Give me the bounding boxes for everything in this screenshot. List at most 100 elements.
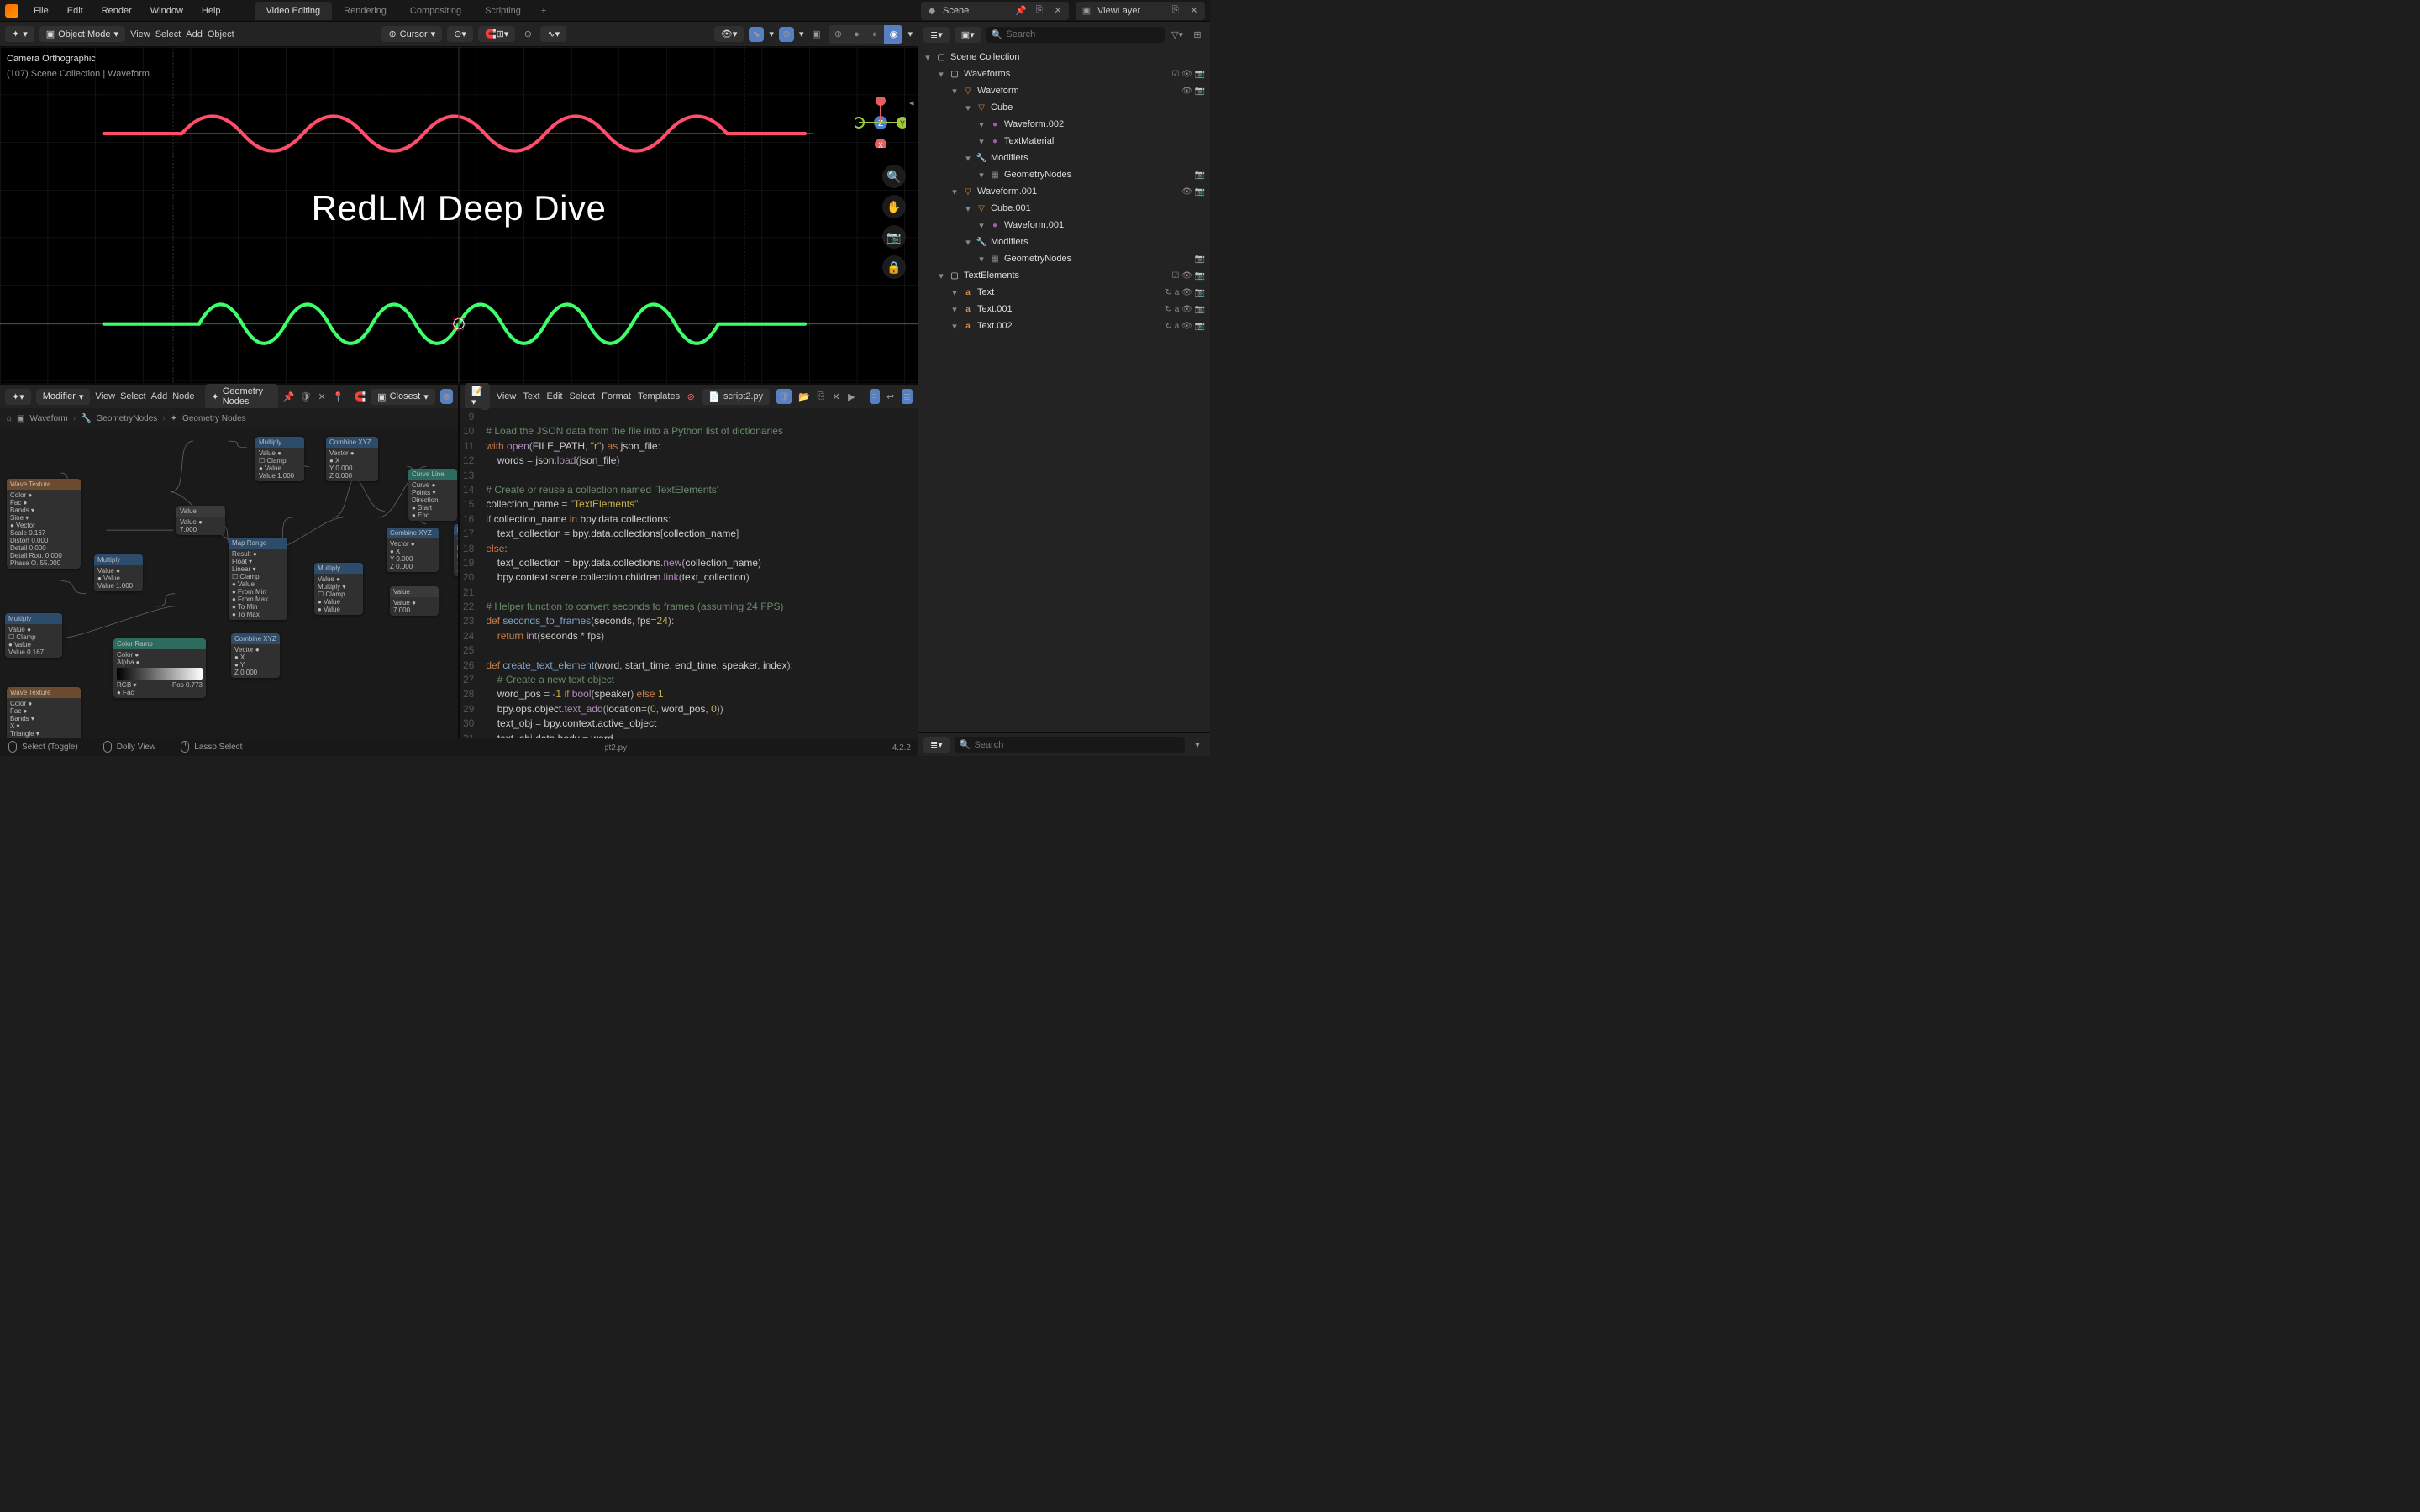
gizmo-toggle[interactable]: ⬊ — [749, 27, 764, 42]
nodes-menu-select[interactable]: Select — [120, 391, 146, 402]
workspace-tab[interactable]: Video Editing — [255, 2, 333, 20]
viewlayer-name-input[interactable] — [1097, 6, 1165, 16]
linenum-icon[interactable]: ≡ — [870, 389, 880, 404]
pivot-dropdown[interactable]: ⊙▾ — [447, 26, 473, 42]
nodes-canvas[interactable]: Wave TextureColor ●Fac ●Bands ▾Sine ▾● V… — [0, 428, 458, 756]
outliner-tree[interactable]: ▾▢Scene Collection▾▢Waveforms☑ 👁 📷 ▾▽Wave… — [918, 47, 1210, 732]
geometry-node[interactable]: ValueValue ●7.000 — [390, 586, 439, 616]
outliner-display[interactable]: ▣▾ — [955, 27, 981, 43]
props-search[interactable]: 🔍 — [955, 737, 1185, 753]
nodes-menu-node[interactable]: Node — [172, 391, 194, 402]
zoom-icon[interactable]: 🔍 — [882, 165, 906, 188]
geometry-node[interactable]: MultiplyValue ●● ValueValue 1.000 — [94, 554, 143, 591]
scene-selector[interactable]: ◆ 📌 ⎘ ✕ — [921, 2, 1069, 20]
geometry-node[interactable]: Wave TextureColor ●Fac ●Bands ▾Sine ▾● V… — [7, 479, 81, 569]
3d-viewport[interactable]: Camera Orthographic (107) Scene Collecti… — [0, 47, 918, 383]
copy-icon[interactable]: ⎘ — [1032, 3, 1047, 18]
open-icon[interactable]: 📂 — [798, 389, 810, 404]
geometry-node[interactable]: Curve LineCurve ●Points ▾Direction● Star… — [408, 469, 457, 521]
outliner-row[interactable]: ▾▢TextElements☑ 👁 📷 — [918, 267, 1210, 284]
solid-shading-icon[interactable]: ● — [847, 25, 865, 44]
viewport-menu-view[interactable]: View — [130, 29, 150, 39]
outliner-row[interactable]: ▾▦GeometryNodes📷 — [918, 250, 1210, 267]
orientation-dropdown[interactable]: ⊕ Cursor ▾ — [381, 26, 442, 42]
geometry-node[interactable]: ValueValue ●7.000 — [176, 506, 225, 535]
outliner-row[interactable]: ▾aText↻ a 👁 📷 — [918, 284, 1210, 301]
workspace-tab[interactable]: Compositing — [398, 2, 473, 20]
home-icon[interactable]: ⌂ — [7, 414, 12, 423]
breadcrumb-item[interactable]: GeometryNodes — [97, 414, 158, 423]
text-menu-edit[interactable]: Edit — [547, 391, 563, 402]
overlay-icon[interactable]: ⊕ — [440, 389, 453, 404]
text-menu-templates[interactable]: Templates — [638, 391, 680, 402]
pan-icon[interactable]: ✋ — [882, 195, 906, 218]
outliner-row[interactable]: ▾🔧Modifiers — [918, 150, 1210, 166]
nodes-mode[interactable]: Modifier ▾ — [36, 389, 91, 405]
viewport-menu-add[interactable]: Add — [186, 29, 203, 39]
matprev-shading-icon[interactable]: ◐ — [865, 25, 884, 44]
falloff-dropdown[interactable]: ∿▾ — [540, 26, 566, 42]
outliner-row[interactable]: ▾▢Scene Collection — [918, 49, 1210, 66]
geometry-node[interactable]: Combine XYZVector ●● XY 0.000Z 0.000 — [387, 528, 439, 572]
workspace-tab[interactable]: Scripting — [473, 2, 533, 20]
wireframe-shading-icon[interactable]: ⊕ — [829, 25, 847, 44]
nodes-menu-view[interactable]: View — [95, 391, 115, 402]
outliner-row[interactable]: ▾▽Waveform.001👁 📷 — [918, 183, 1210, 200]
copy-icon[interactable]: ⎘ — [1168, 3, 1183, 18]
close-icon[interactable]: ✕ — [1186, 3, 1202, 18]
props-type[interactable]: ≣▾ — [923, 737, 950, 753]
outliner-search-input[interactable] — [1006, 29, 1160, 39]
outliner-row[interactable]: ▾●TextMaterial — [918, 133, 1210, 150]
snap-dropdown[interactable]: 🧲⊞▾ — [478, 26, 515, 42]
outliner-row[interactable]: ▾▦GeometryNodes📷 — [918, 166, 1210, 183]
close-icon[interactable]: ✕ — [832, 389, 840, 404]
text-menu-view[interactable]: View — [497, 391, 517, 402]
outliner-row[interactable]: ▾▢Waveforms☑ 👁 📷 — [918, 66, 1210, 82]
mode-dropdown[interactable]: ▣Object Mode ▾ — [39, 26, 125, 42]
script-file-selector[interactable]: 📄 script2.py — [702, 389, 770, 405]
navigation-gizmo[interactable]: Z Y X — [855, 97, 906, 148]
nodes-menu-add[interactable]: Add — [151, 391, 168, 402]
syntax-icon[interactable]: ≣ — [902, 389, 913, 404]
new-collection-icon[interactable]: ⊞ — [1190, 27, 1205, 42]
lock-icon[interactable]: 🔒 — [882, 255, 906, 279]
geometry-node[interactable]: MultiplyValue ●Multiply ▾☐ Clamp● Value●… — [314, 563, 363, 615]
outliner-row[interactable]: ▾aText.002↻ a 👁 📷 — [918, 318, 1210, 334]
proportional-edit-icon[interactable]: ⊙ — [520, 27, 535, 42]
camera-icon[interactable]: 📷 — [882, 225, 906, 249]
outliner-row[interactable]: ▾aText.001↻ a 👁 📷 — [918, 301, 1210, 318]
viewport-menu-object[interactable]: Object — [208, 29, 234, 39]
nodes-editor-type[interactable]: ✦▾ — [5, 389, 31, 405]
props-search-input[interactable] — [974, 740, 1180, 750]
geometry-node[interactable]: Map RangeResult ●Float ▾Linear ▾☐ Clamp●… — [229, 538, 287, 620]
pin2-icon[interactable]: 📍 — [333, 389, 345, 404]
overlay-toggle[interactable]: ⊕ — [779, 27, 794, 42]
menu-window[interactable]: Window — [142, 3, 192, 19]
breadcrumb-item[interactable]: Waveform — [30, 414, 68, 423]
snap-icon[interactable]: 🧲 — [354, 389, 366, 404]
options-icon[interactable]: ▾ — [1190, 738, 1205, 753]
text-menu-text[interactable]: Text — [523, 391, 539, 402]
menu-file[interactable]: File — [25, 3, 57, 19]
text-editor-type[interactable]: 📝▾ — [465, 383, 490, 410]
pin-icon[interactable]: 📌 — [1013, 3, 1028, 18]
close-icon[interactable]: ✕ — [316, 389, 327, 404]
code-area[interactable]: 9101112131415161718192021222324252627282… — [460, 408, 918, 739]
scene-name-input[interactable] — [943, 6, 1010, 16]
add-workspace-button[interactable]: + — [533, 2, 555, 20]
outliner-row[interactable]: ▾●Waveform.002 — [918, 116, 1210, 133]
shield-icon[interactable]: 🛡 — [299, 389, 311, 404]
new-icon[interactable]: ⎘ — [817, 389, 825, 404]
visibility-dropdown[interactable]: 👁▾ — [714, 26, 744, 42]
pin-icon[interactable]: 📌 — [283, 389, 295, 404]
menu-help[interactable]: Help — [193, 3, 229, 19]
geometry-node[interactable]: MultiplyValue ●☐ Clamp● ValueValue 0.167 — [5, 613, 62, 658]
editor-type-dropdown[interactable]: ✦▾ — [5, 26, 34, 42]
breadcrumb-item[interactable]: Geometry Nodes — [182, 414, 246, 423]
viewport-menu-select[interactable]: Select — [155, 29, 182, 39]
outliner-row[interactable]: ▾▽Cube.001 — [918, 200, 1210, 217]
viewlayer-selector[interactable]: ▣ ⎘ ✕ — [1076, 2, 1205, 20]
interp-dropdown[interactable]: ▣ Closest ▾ — [371, 389, 435, 405]
wrap-icon[interactable]: ↩ — [886, 389, 895, 404]
outliner-type[interactable]: ≣▾ — [923, 27, 950, 43]
